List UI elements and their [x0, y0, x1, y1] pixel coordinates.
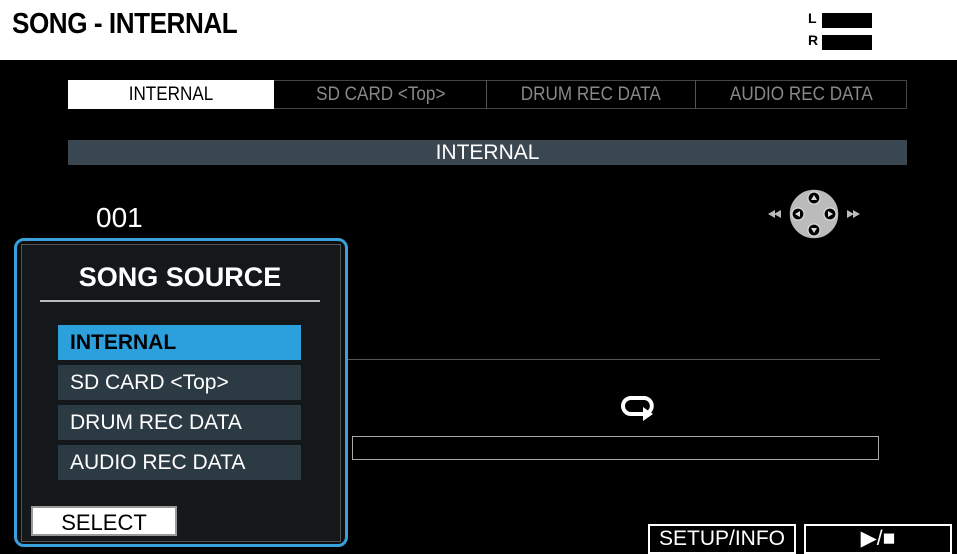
meter-left: [822, 13, 872, 28]
meter-left-label: L: [808, 10, 817, 26]
section-header: INTERNAL: [68, 140, 907, 165]
select-button[interactable]: SELECT: [31, 506, 177, 536]
popup-divider: [40, 300, 320, 302]
tab-audio-rec-data[interactable]: AUDIO REC DATA: [696, 80, 906, 109]
option-drum-rec-data[interactable]: DRUM REC DATA: [58, 405, 301, 440]
play-stop-button[interactable]: ▶/■: [804, 524, 952, 554]
option-audio-rec-data[interactable]: AUDIO REC DATA: [58, 445, 301, 480]
meter-right-label: R: [808, 32, 819, 48]
tab-drum-rec-data[interactable]: DRUM REC DATA: [487, 80, 696, 109]
tab-label: INTERNAL: [128, 84, 214, 105]
tab-label: SD CARD <Top>: [316, 84, 446, 105]
song-number: 001: [96, 202, 143, 233]
option-sd-card[interactable]: SD CARD <Top>: [58, 365, 301, 400]
tab-sd-card[interactable]: SD CARD <Top>: [276, 80, 487, 109]
loop-icon[interactable]: [619, 392, 659, 426]
divider: [348, 359, 880, 360]
song-progress-bar: [352, 436, 879, 460]
section-label: INTERNAL: [435, 141, 540, 164]
meter-right: [822, 35, 872, 50]
tab-internal[interactable]: INTERNAL: [68, 80, 274, 109]
setup-info-button[interactable]: SETUP/INFO: [648, 524, 796, 554]
option-internal[interactable]: INTERNAL: [58, 325, 301, 360]
popup-title: SONG SOURCE: [78, 262, 282, 292]
tab-label: AUDIO REC DATA: [729, 84, 873, 105]
tab-label: DRUM REC DATA: [521, 84, 661, 105]
dpad-icon: [768, 188, 860, 240]
page-title: SONG - INTERNAL: [12, 8, 238, 40]
